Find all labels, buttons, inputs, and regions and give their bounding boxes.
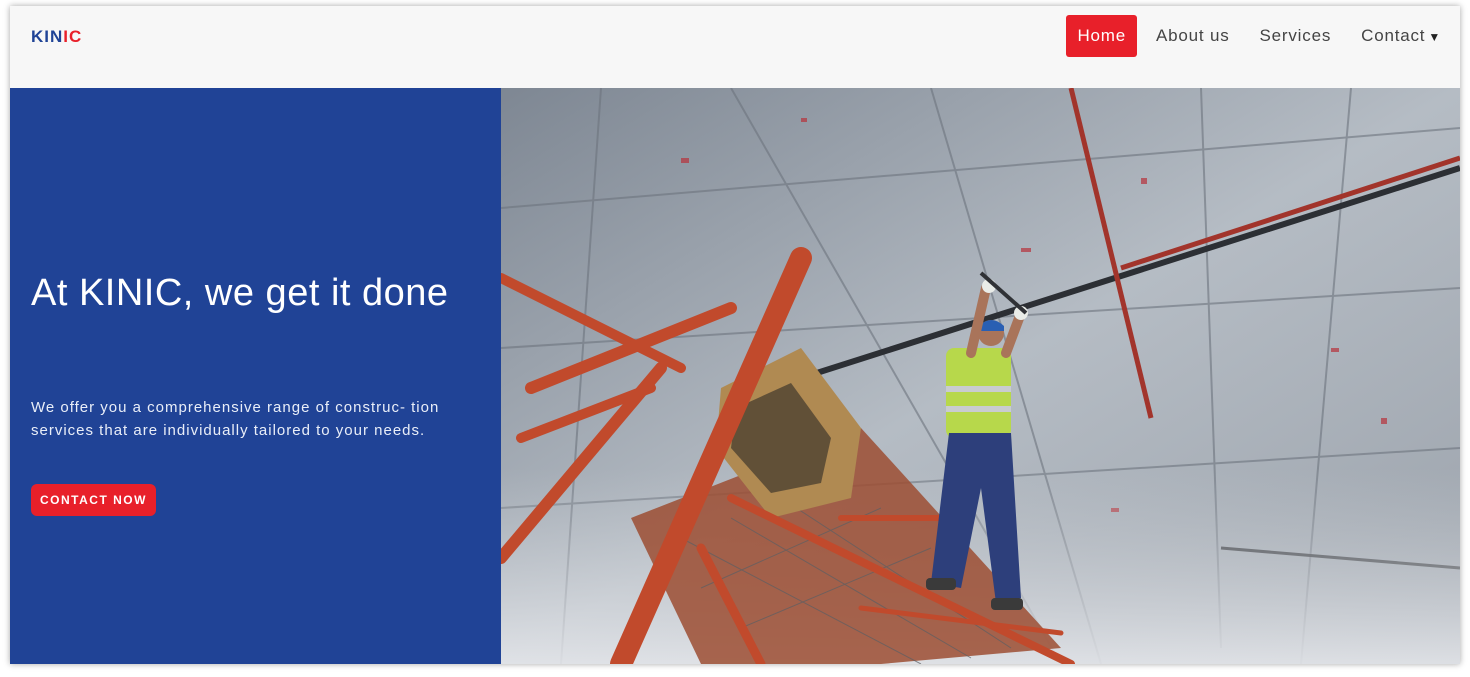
hero-image: [501, 88, 1460, 664]
nav-contact-dropdown[interactable]: Contact ▼: [1350, 15, 1452, 57]
navbar: KINIC Home About us Services Contact ▼: [10, 6, 1460, 88]
site-logo[interactable]: KINIC: [31, 27, 82, 47]
logo-part-blue: KIN: [31, 27, 64, 46]
browser-viewport: KINIC Home About us Services Contact ▼ At…: [10, 6, 1460, 664]
nav-contact-label: Contact: [1361, 26, 1426, 45]
nav-services-link[interactable]: Services: [1249, 15, 1343, 57]
nav-home-link[interactable]: Home: [1066, 15, 1138, 57]
construction-worker-photo-icon: [501, 88, 1460, 664]
nav-about-link[interactable]: About us: [1145, 15, 1241, 57]
logo-part-red: IC: [63, 27, 83, 46]
hero-panel: At KINIC, we get it done We offer you a …: [10, 88, 501, 664]
hero-title: At KINIC, we get it done: [31, 272, 449, 314]
contact-now-button[interactable]: CONTACT NOW: [31, 484, 156, 516]
main-nav: Home About us Services Contact ▼: [1058, 15, 1452, 57]
hero-subtitle: We offer you a comprehensive range of co…: [31, 399, 440, 439]
caret-down-icon: ▼: [1428, 30, 1441, 44]
